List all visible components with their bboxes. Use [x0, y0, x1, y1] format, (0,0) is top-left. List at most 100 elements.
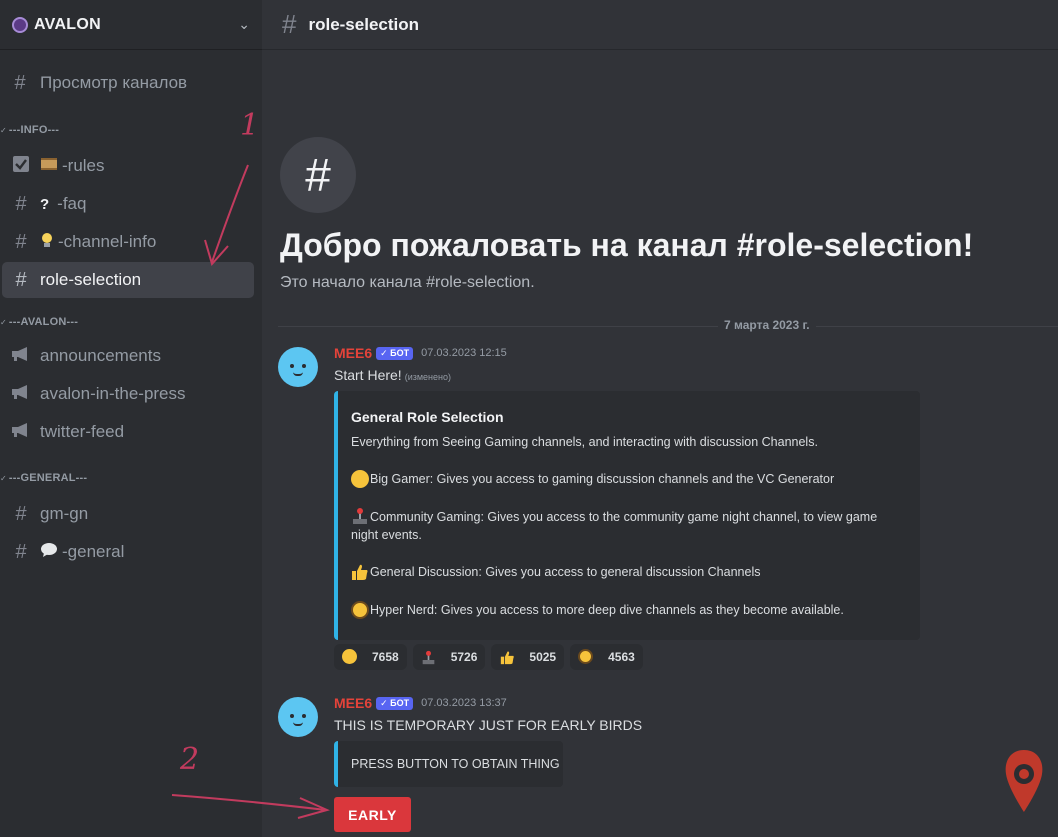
category-label: ---GENERAL---: [8, 472, 88, 484]
author-name[interactable]: MEE6: [334, 345, 372, 361]
author-name[interactable]: MEE6: [334, 695, 372, 711]
avatar[interactable]: [278, 697, 318, 737]
timestamp: 07.03.2023 13:37: [421, 697, 507, 709]
server-name: AVALON: [34, 15, 101, 33]
embed-line-text: General Discussion: Gives you access to …: [370, 565, 761, 580]
megaphone-icon: [10, 383, 32, 406]
date-divider: 7 марта 2023 г.: [278, 318, 1058, 332]
lightbulb-icon: [40, 232, 54, 252]
hash-icon: #: [15, 502, 27, 525]
annotation-number: 2: [180, 742, 200, 777]
sidebar-item-label: announcements: [40, 346, 161, 365]
date-divider-label: 7 марта 2023 г.: [718, 318, 816, 332]
category-general[interactable]: ✓ ---GENERAL---: [0, 468, 262, 488]
sidebar-item-announcements[interactable]: announcements: [2, 338, 254, 374]
sidebar-item-gm-gn[interactable]: # gm-gn: [2, 496, 254, 532]
message-body: Start Here!: [334, 367, 402, 383]
embed-line-text: Community Gaming: Gives you access to th…: [370, 509, 878, 524]
nerd-face-icon: [351, 600, 369, 619]
sidebar-item-avalon-in-the-press[interactable]: avalon-in-the-press: [2, 376, 254, 412]
welcome-title: Добро пожаловать на канал #role-selectio…: [280, 227, 974, 263]
embed-line: Community Gaming: Gives you access to th…: [351, 508, 920, 527]
hash-icon: #: [15, 268, 27, 291]
sidebar-item-label: role-selection: [40, 270, 142, 289]
megaphone-icon: [10, 421, 32, 444]
avatar[interactable]: [278, 347, 318, 387]
sidebar-item-role-selection[interactable]: # role-selection: [2, 262, 254, 298]
annotation-number: 1: [240, 108, 260, 143]
category-label: ---AVALON---: [8, 316, 79, 328]
bot-badge: ✓ БОТ: [376, 346, 414, 360]
embed-line-text: Big Gamer: Gives you access to gaming di…: [370, 472, 835, 486]
embed-line: Hyper Nerd: Gives you access to more dee…: [351, 600, 920, 620]
sidebar-item-label: avalon-in-the-press: [40, 384, 186, 403]
embed: PRESS BUTTON TO OBTAIN THING: [334, 741, 563, 787]
caret-down-icon: ✓: [0, 317, 7, 327]
checkbox-icon: [10, 155, 32, 178]
channel-welcome: # Добро пожаловать на канал #role-select…: [280, 137, 973, 292]
server-icon: [12, 16, 28, 33]
grinning-face-icon: [342, 648, 358, 665]
sidebar-item-label: -faq: [57, 194, 87, 213]
megaphone-icon: [10, 345, 32, 368]
edited-label: (изменено): [404, 372, 451, 382]
reaction[interactable]: 4563: [570, 644, 643, 670]
hash-icon: #: [15, 230, 27, 253]
channel-header: # role-selection: [262, 0, 1058, 50]
embed-line: General Discussion: Gives you access to …: [351, 563, 920, 582]
embed-line: Everything from Seeing Gaming channels, …: [351, 435, 818, 449]
nerd-face-icon: [578, 648, 594, 665]
sidebar-item-label: -rules: [62, 156, 105, 175]
reaction-count: 4563: [608, 650, 635, 664]
chat-area: # role-selection # Добро пожаловать на к…: [262, 0, 1058, 837]
reactions-bar: 7658 5726 5025 4563: [334, 644, 649, 670]
chevron-down-icon[interactable]: ⌄: [238, 16, 250, 33]
hash-icon: #: [282, 9, 297, 39]
embed-line: Big Gamer: Gives you access to gaming di…: [351, 469, 920, 489]
question-mark-icon: ?: [40, 195, 50, 213]
sidebar-item-general[interactable]: # -general: [2, 534, 254, 570]
category-info[interactable]: ✓ ---INFO---: [0, 120, 262, 140]
joystick-icon: [421, 649, 437, 665]
caret-down-icon: ✓: [0, 125, 7, 135]
bot-badge: ✓ БОТ: [376, 696, 414, 710]
sidebar-item-rules[interactable]: -rules: [2, 148, 254, 184]
sidebar-item-label: -general: [62, 542, 125, 561]
embed-title: General Role Selection: [351, 409, 504, 425]
category-avalon[interactable]: ✓ ---AVALON---: [0, 312, 262, 332]
map-pin-logo-icon: [1002, 748, 1046, 814]
message-text: Start Here! (изменено): [334, 367, 451, 383]
message-text: THIS IS TEMPORARY JUST FOR EARLY BIRDS: [334, 717, 643, 733]
reaction[interactable]: 5726: [412, 644, 486, 670]
thumbs-up-icon: [351, 563, 369, 581]
embed-text: PRESS BUTTON TO OBTAIN THING: [351, 757, 560, 771]
welcome-subtitle: Это начало канала #role-selection.: [280, 274, 535, 291]
thumbs-up-icon: [499, 649, 515, 665]
sidebar-item-label: -channel-info: [58, 232, 157, 251]
reaction[interactable]: 7658: [334, 644, 407, 670]
embed: General Role Selection Everything from S…: [334, 391, 920, 640]
timestamp: 07.03.2023 12:15: [421, 347, 507, 359]
sidebar-item-label: gm-gn: [40, 504, 89, 523]
reaction-count: 5726: [450, 650, 478, 664]
speech-bubble-icon: [40, 542, 58, 562]
channel-title: role-selection: [308, 14, 420, 34]
hash-icon: #: [15, 192, 27, 215]
browse-channels[interactable]: # Просмотр каналов: [8, 66, 262, 100]
server-header[interactable]: AVALON ⌄: [0, 0, 262, 50]
browse-channels-icon: #: [14, 71, 26, 94]
sidebar-item-twitter-feed[interactable]: twitter-feed: [2, 414, 254, 450]
joystick-icon: [351, 507, 369, 525]
sidebar-item-channel-info[interactable]: # -channel-info: [2, 224, 254, 260]
scroll-icon: [40, 156, 58, 176]
discord-window: AVALON ⌄ # Просмотр каналов ✓ ---INFO--- …: [0, 0, 1058, 837]
sidebar-item-faq[interactable]: # ? -faq: [2, 186, 254, 222]
browse-channels-label: Просмотр каналов: [40, 73, 188, 92]
channel-sidebar: AVALON ⌄ # Просмотр каналов ✓ ---INFO--- …: [0, 0, 262, 837]
caret-down-icon: ✓: [0, 473, 7, 483]
message-header: MEE6 ✓ БОТ 07.03.2023 13:37: [334, 695, 507, 711]
reaction[interactable]: 5025: [491, 644, 565, 670]
category-label: ---INFO---: [8, 124, 60, 136]
early-button[interactable]: EARLY: [334, 797, 411, 832]
message-header: MEE6 ✓ БОТ 07.03.2023 12:15: [334, 345, 507, 361]
